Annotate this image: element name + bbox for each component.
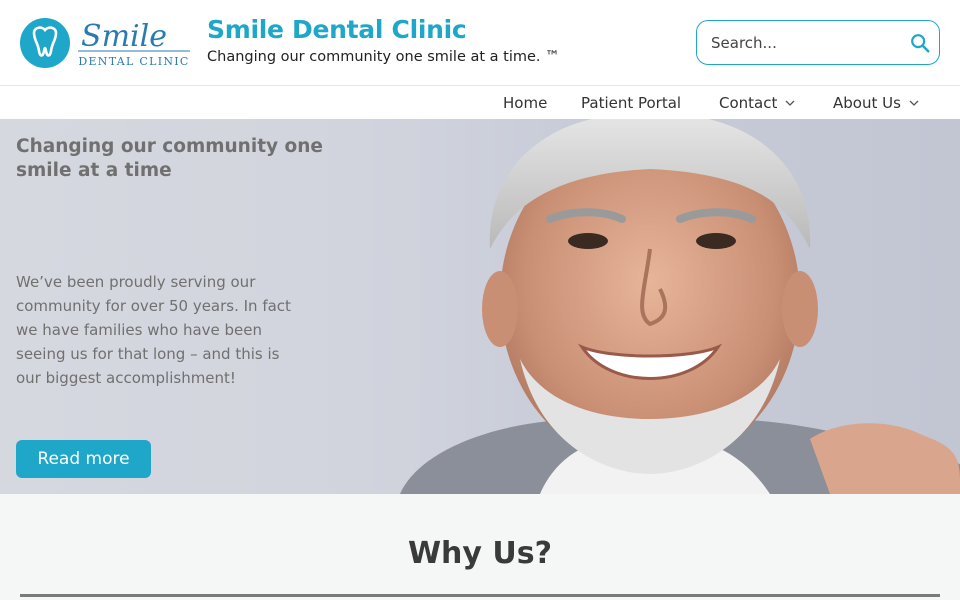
hero-heading: Changing our community one smile at a ti…	[16, 136, 323, 181]
hero-banner: Changing our community one smile at a ti…	[0, 119, 960, 494]
nav-item-home[interactable]: Home	[503, 94, 547, 112]
hero-portrait-image	[400, 119, 960, 494]
site-header: Smile DENTAL CLINIC Smile Dental Clinic …	[0, 0, 960, 86]
nav-item-contact[interactable]: Contact	[719, 94, 795, 112]
site-tagline: Changing our community one smile at a ti…	[207, 49, 560, 65]
read-more-button[interactable]: Read more	[16, 440, 151, 478]
hero-body-text: We’ve been proudly serving our community…	[16, 273, 291, 387]
why-us-heading: Why Us?	[407, 536, 553, 571]
site-title[interactable]: Smile Dental Clinic	[207, 15, 467, 44]
nav-item-label: About Us	[833, 94, 901, 112]
chevron-down-icon	[909, 100, 919, 106]
nav-item-label: Contact	[719, 94, 778, 112]
svg-text:Smile: Smile	[81, 19, 167, 54]
why-us-section: Why Us?	[0, 494, 960, 600]
nav-item-about-us[interactable]: About Us	[833, 94, 919, 112]
search-icon[interactable]	[909, 32, 931, 54]
chevron-down-icon	[785, 100, 795, 106]
main-nav: Home Patient Portal Contact About Us	[0, 86, 960, 119]
nav-item-label: Home	[503, 94, 548, 112]
section-divider	[20, 594, 940, 597]
clinic-logo[interactable]: Smile DENTAL CLINIC	[18, 16, 194, 70]
nav-item-label: Patient Portal	[581, 94, 682, 112]
svg-text:DENTAL CLINIC: DENTAL CLINIC	[78, 55, 189, 68]
nav-item-patient-portal[interactable]: Patient Portal	[581, 94, 681, 112]
search-box	[696, 20, 940, 65]
search-input[interactable]	[711, 31, 901, 55]
